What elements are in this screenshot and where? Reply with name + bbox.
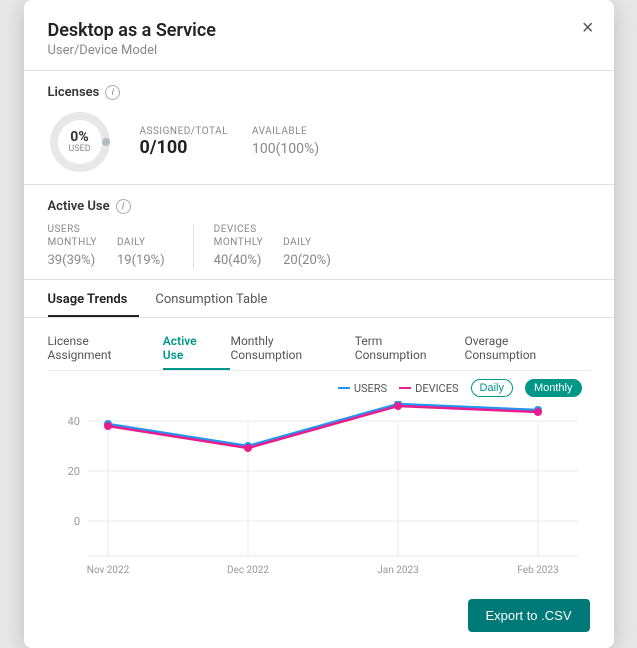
users-daily-val: 19: [117, 253, 132, 268]
licenses-stats: ASSIGNED/TOTAL 0/100 AVAILABLE 100(100%): [140, 126, 320, 158]
export-button[interactable]: Export to .CSV: [468, 599, 590, 632]
licenses-section: Licenses i 0% USED ASSIGNED/TOTAL 0/100: [24, 71, 614, 184]
users-daily-pct: (19%): [132, 253, 165, 268]
svg-text:40: 40: [67, 415, 79, 428]
legend-devices-label: DEVICES: [415, 382, 458, 395]
donut-text: 0% USED: [68, 130, 90, 154]
divider-2: [24, 279, 614, 280]
donut-pct: 0%: [68, 130, 90, 144]
devices-monthly-pct: (40%): [228, 253, 261, 268]
au-divider: [193, 224, 194, 269]
close-button[interactable]: ×: [582, 18, 594, 38]
svg-text:Feb 2023: Feb 2023: [517, 565, 558, 576]
users-legend-icon: [338, 386, 350, 390]
chart-container: License Assignment Active Use Monthly Co…: [24, 318, 614, 591]
modal-title: Desktop as a Service: [48, 20, 590, 41]
licenses-row: 0% USED ASSIGNED/TOTAL 0/100 AVAILABLE 1…: [48, 110, 590, 174]
users-daily: DAILY 19(19%): [117, 237, 165, 269]
cit-overage-consumption[interactable]: Overage Consumption: [465, 328, 590, 370]
users-stats: MONTHLY 39(39%) DAILY 19(19%): [48, 237, 165, 269]
monthly-toggle[interactable]: Monthly: [525, 379, 582, 397]
chart-inner-tabs: License Assignment Active Use Monthly Co…: [48, 328, 590, 371]
svg-text:Jan 2023: Jan 2023: [377, 565, 418, 576]
cit-license-assignment[interactable]: License Assignment: [48, 328, 163, 370]
svg-text:0: 0: [73, 515, 79, 528]
users-group: USERS MONTHLY 39(39%) DAILY 19(19%): [48, 224, 165, 269]
active-use-label: Active Use i: [48, 199, 590, 214]
line-chart: 40 20 0 Nov 2022 Dec 2022 Jan 2023 Feb 2…: [48, 401, 590, 581]
modal-subtitle: User/Device Model: [48, 43, 590, 58]
cit-term-consumption[interactable]: Term Consumption: [355, 328, 465, 370]
legend-users-label: USERS: [354, 382, 387, 395]
users-monthly: MONTHLY 39(39%): [48, 237, 97, 269]
cit-active-use[interactable]: Active Use: [163, 328, 231, 370]
licenses-help-icon[interactable]: i: [105, 85, 120, 100]
export-row: Export to .CSV: [24, 591, 614, 648]
devices-daily: DAILY 20(20%): [283, 237, 331, 269]
devices-daily-pct: (20%): [298, 253, 331, 268]
donut-used: USED: [68, 144, 90, 154]
main-tabs: Usage Trends Consumption Table: [24, 284, 614, 318]
assigned-total-stat: ASSIGNED/TOTAL 0/100: [140, 126, 229, 158]
licenses-label: Licenses i: [48, 85, 590, 100]
active-use-help-icon[interactable]: i: [116, 199, 131, 214]
chart-legend: USERS DEVICES Daily Monthly: [48, 379, 590, 397]
devices-legend-icon: [399, 386, 411, 390]
devices-daily-val: 20: [283, 253, 298, 268]
tab-consumption-table[interactable]: Consumption Table: [155, 284, 279, 317]
available-stat: AVAILABLE 100(100%): [252, 126, 319, 158]
donut-chart: 0% USED: [48, 110, 112, 174]
svg-text:Dec 2022: Dec 2022: [226, 565, 268, 576]
active-use-section: Active Use i USERS MONTHLY 39(39%) DAILY: [24, 185, 614, 279]
devices-monthly: MONTHLY 40(40%): [214, 237, 263, 269]
active-use-row: USERS MONTHLY 39(39%) DAILY 19(19%): [48, 224, 590, 269]
users-monthly-val: 39: [48, 253, 63, 268]
assigned-value: 0/100: [140, 137, 229, 158]
daily-toggle[interactable]: Daily: [471, 379, 513, 397]
svg-text:20: 20: [67, 465, 79, 478]
legend-users: USERS: [338, 382, 387, 395]
devices-group: DEVICES MONTHLY 40(40%) DAILY 20(20%): [214, 224, 331, 269]
legend-devices: DEVICES: [399, 382, 458, 395]
devices-monthly-val: 40: [214, 253, 229, 268]
available-value: 100(100%): [252, 137, 319, 158]
devices-stats: MONTHLY 40(40%) DAILY 20(20%): [214, 237, 331, 269]
modal-header: Desktop as a Service User/Device Model ×: [24, 0, 614, 71]
tab-usage-trends[interactable]: Usage Trends: [48, 284, 140, 317]
svg-text:Nov 2022: Nov 2022: [86, 565, 129, 576]
users-monthly-pct: (39%): [62, 253, 95, 268]
chart-area: 40 20 0 Nov 2022 Dec 2022 Jan 2023 Feb 2…: [48, 401, 590, 581]
modal: Desktop as a Service User/Device Model ×…: [24, 0, 614, 648]
cit-monthly-consumption[interactable]: Monthly Consumption: [230, 328, 354, 370]
